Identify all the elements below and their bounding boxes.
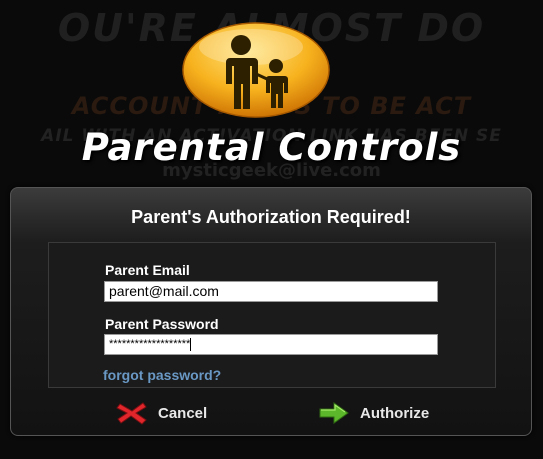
authorize-label: Authorize [360,404,430,422]
arrow-right-icon [319,402,349,424]
text-caret [190,337,192,351]
password-field[interactable]: ******************* [104,334,438,355]
dialog-title: Parent's Authorization Required! [131,207,411,227]
password-label: Parent Password [105,316,219,332]
app-title: Parental Controls [81,126,462,169]
forgot-password-link[interactable]: forgot password? [103,367,221,383]
form-panel: Parent Email parent@mail.com Parent Pass… [48,242,496,388]
parent-child-icon [182,22,330,118]
email-label: Parent Email [105,262,190,278]
authorize-button[interactable]: Authorize [318,401,429,425]
cancel-label: Cancel [158,404,208,422]
cancel-button[interactable]: Cancel [116,401,207,425]
email-field[interactable]: parent@mail.com [104,281,438,302]
password-value: ******************* [109,338,191,350]
authorization-dialog: Parent's Authorization Required! Parent … [10,187,532,436]
cancel-x-icon [116,402,147,425]
